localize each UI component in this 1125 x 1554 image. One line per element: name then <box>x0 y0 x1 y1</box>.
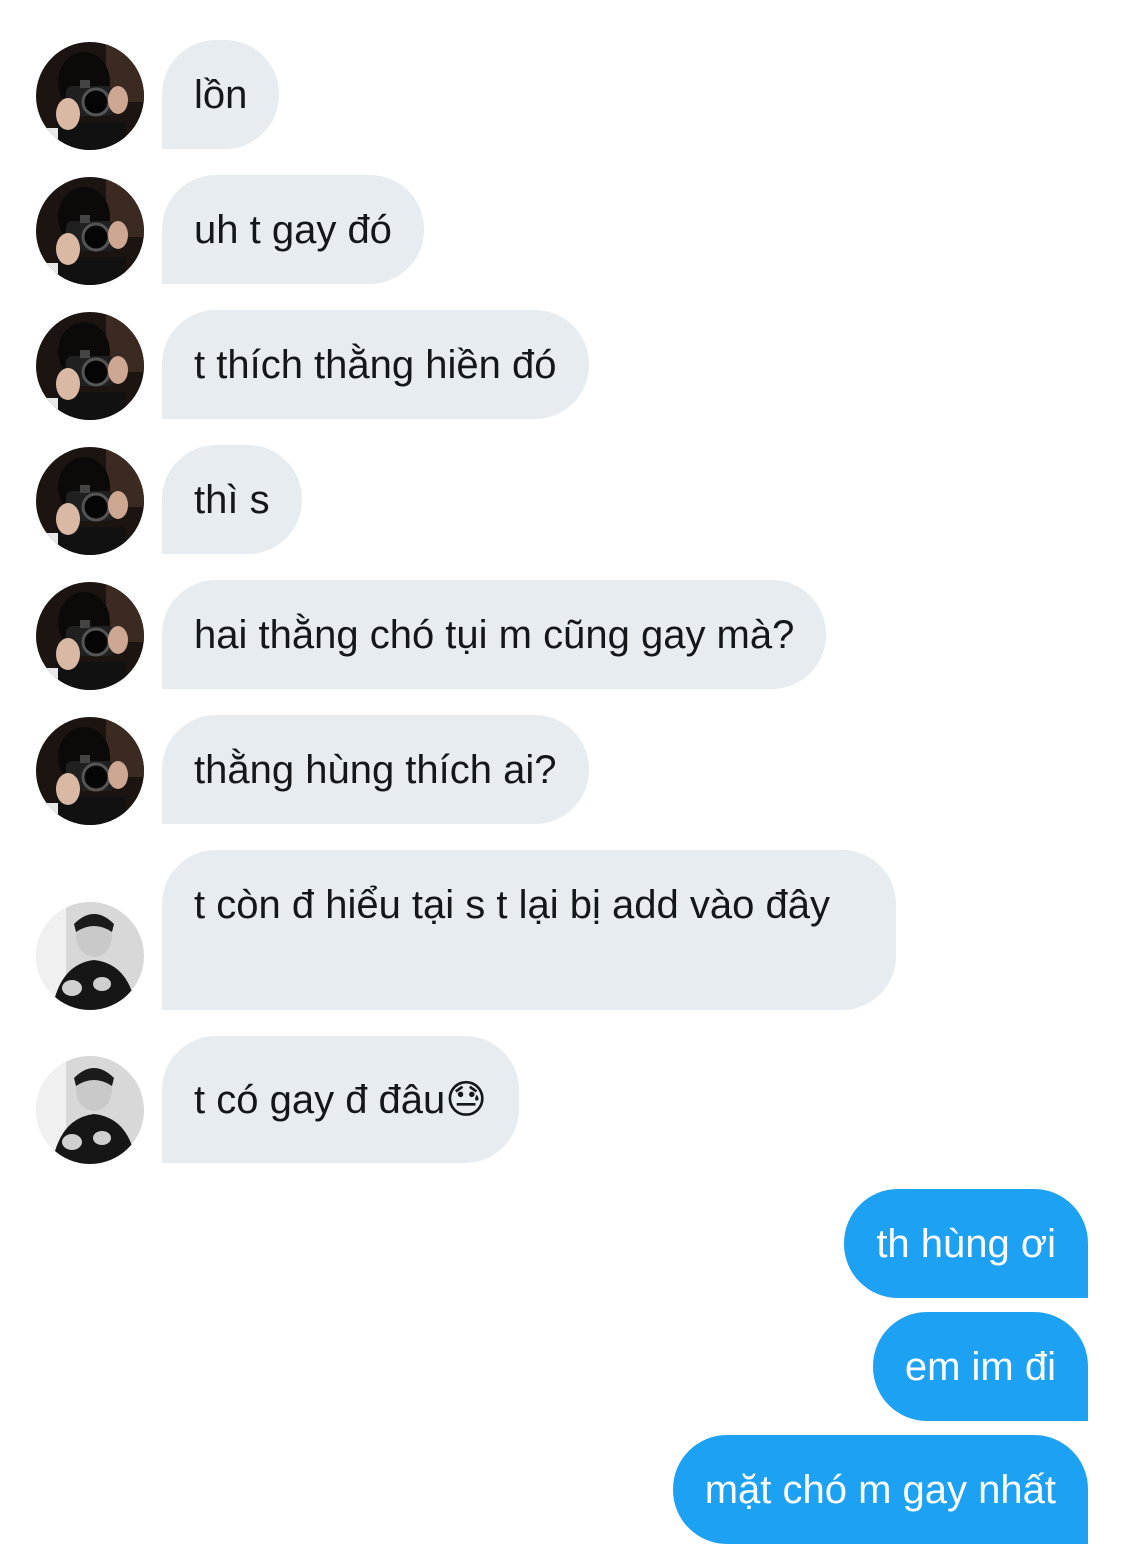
avatar-image <box>36 902 144 1010</box>
outgoing-message-bubble[interactable]: mặt chó m gay nhất <box>672 1435 1088 1544</box>
avatar-image <box>36 177 144 285</box>
incoming-message-bubble[interactable]: t thích thằng hiền đó <box>162 310 589 419</box>
incoming-message-bubble[interactable]: hai thằng chó tụi m cũng gay mà? <box>162 580 827 689</box>
incoming-message-bubble[interactable]: lồn <box>162 40 280 149</box>
incoming-message-bubble[interactable]: thằng hùng thích ai? <box>162 715 589 824</box>
camera-person-avatar[interactable] <box>36 447 144 555</box>
avatar-image <box>36 312 144 420</box>
message-text: t có gay đ đâu <box>194 1078 446 1122</box>
camera-person-avatar[interactable] <box>36 177 144 285</box>
avatar-image <box>36 717 144 825</box>
monochrome-person-avatar[interactable] <box>36 1056 144 1164</box>
incoming-message-bubble[interactable]: uh t gay đó <box>162 175 424 284</box>
camera-person-avatar[interactable] <box>36 312 144 420</box>
incoming-message-bubble[interactable]: thì s <box>162 445 302 554</box>
camera-person-avatar[interactable] <box>36 717 144 825</box>
outgoing-message-bubble[interactable]: em im đi <box>872 1312 1088 1421</box>
camera-person-avatar[interactable] <box>36 42 144 150</box>
avatar-image <box>36 582 144 690</box>
outgoing-message-bubble[interactable]: th hùng ơi <box>844 1189 1088 1298</box>
monochrome-person-avatar[interactable] <box>36 902 144 1010</box>
downcast-sweat-emoji-icon: 😓 <box>445 1077 487 1123</box>
avatar-image <box>36 1056 144 1164</box>
incoming-message-bubble[interactable]: t có gay đ đâu😓 <box>162 1036 519 1163</box>
incoming-message-bubble[interactable]: t còn đ hiểu tại s t lại bị add vào đây <box>162 850 896 1010</box>
avatar-image <box>36 42 144 150</box>
avatar-image <box>36 447 144 555</box>
camera-person-avatar[interactable] <box>36 582 144 690</box>
